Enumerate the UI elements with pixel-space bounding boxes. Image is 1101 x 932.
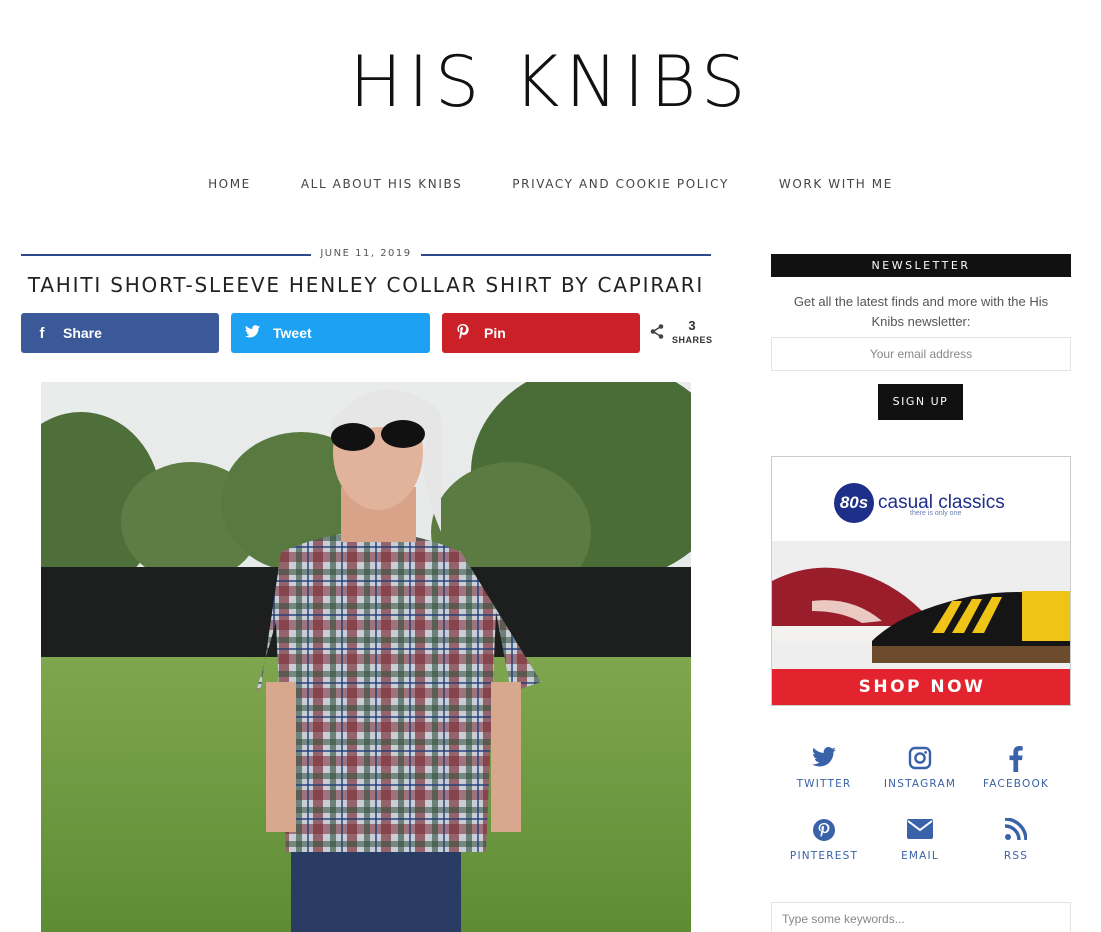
twitter-icon bbox=[776, 746, 872, 776]
pin-button[interactable]: Pin bbox=[442, 313, 640, 353]
ad-banner[interactable]: 80s casual classics there is only one SH… bbox=[771, 456, 1071, 706]
email-icon bbox=[872, 818, 968, 848]
ad-brand: 80s casual classics bbox=[834, 483, 1005, 523]
tweet-button[interactable]: Tweet bbox=[231, 313, 430, 353]
social-pinterest-label: PINTEREST bbox=[789, 850, 859, 862]
ad-shop-now-button[interactable]: SHOP NOW bbox=[772, 669, 1070, 705]
newsletter-heading: NEWSLETTER bbox=[771, 254, 1071, 277]
main-nav: HOME ALL ABOUT HIS KNIBS PRIVACY AND COO… bbox=[0, 177, 1101, 191]
nav-work[interactable]: WORK WITH ME bbox=[779, 177, 893, 191]
social-email-label: EMAIL bbox=[901, 850, 939, 862]
ad-logo-badge: 80s bbox=[834, 483, 874, 523]
tweet-label: Tweet bbox=[273, 325, 312, 341]
post-hero-image[interactable] bbox=[41, 382, 691, 932]
twitter-icon bbox=[231, 324, 273, 342]
sign-up-button[interactable]: SIGN UP bbox=[878, 384, 963, 420]
nav-about[interactable]: ALL ABOUT HIS KNIBS bbox=[301, 177, 462, 191]
share-count-label: SHARES bbox=[672, 335, 713, 345]
divider bbox=[421, 254, 711, 256]
share-icon bbox=[650, 324, 664, 344]
email-field[interactable]: Your email address bbox=[771, 337, 1071, 371]
facebook-icon bbox=[968, 746, 1064, 776]
rss-icon bbox=[968, 817, 1064, 848]
social-facebook-label: FACEBOOK bbox=[982, 778, 1050, 790]
pinterest-icon bbox=[442, 323, 484, 343]
pinterest-icon bbox=[776, 818, 872, 848]
facebook-share-label: Share bbox=[63, 325, 102, 341]
social-rss-label: RSS bbox=[1003, 850, 1029, 862]
social-twitter-label: TWITTER bbox=[796, 778, 852, 790]
facebook-share-button[interactable]: f Share bbox=[21, 313, 219, 353]
share-count: 3 SHARES bbox=[650, 318, 712, 348]
social-pinterest[interactable]: PINTEREST bbox=[776, 818, 872, 862]
post-date-row: JUNE 11, 2019 bbox=[21, 248, 711, 262]
social-facebook[interactable]: FACEBOOK bbox=[968, 746, 1064, 790]
share-count-number: 3 bbox=[688, 318, 696, 333]
search-input[interactable]: Type some keywords... bbox=[771, 902, 1071, 932]
nav-home[interactable]: HOME bbox=[208, 177, 251, 191]
site-title[interactable]: HIS KNIBS bbox=[0, 44, 1101, 120]
social-rss[interactable]: RSS bbox=[968, 817, 1064, 862]
ad-tagline: there is only one bbox=[910, 510, 962, 517]
social-twitter[interactable]: TWITTER bbox=[776, 746, 872, 790]
newsletter-text: Get all the latest finds and more with t… bbox=[793, 294, 1049, 329]
nav-privacy[interactable]: PRIVACY AND COOKIE POLICY bbox=[512, 177, 729, 191]
instagram-icon bbox=[872, 746, 968, 776]
social-instagram-label: INSTAGRAM bbox=[883, 778, 957, 790]
facebook-icon: f bbox=[39, 324, 45, 342]
pin-label: Pin bbox=[484, 325, 506, 341]
social-email[interactable]: EMAIL bbox=[872, 818, 968, 862]
ad-shoes-image bbox=[772, 541, 1070, 671]
post-title: TAHITI SHORT-SLEEVE HENLEY COLLAR SHIRT … bbox=[27, 273, 705, 297]
social-instagram[interactable]: INSTAGRAM bbox=[872, 746, 968, 790]
